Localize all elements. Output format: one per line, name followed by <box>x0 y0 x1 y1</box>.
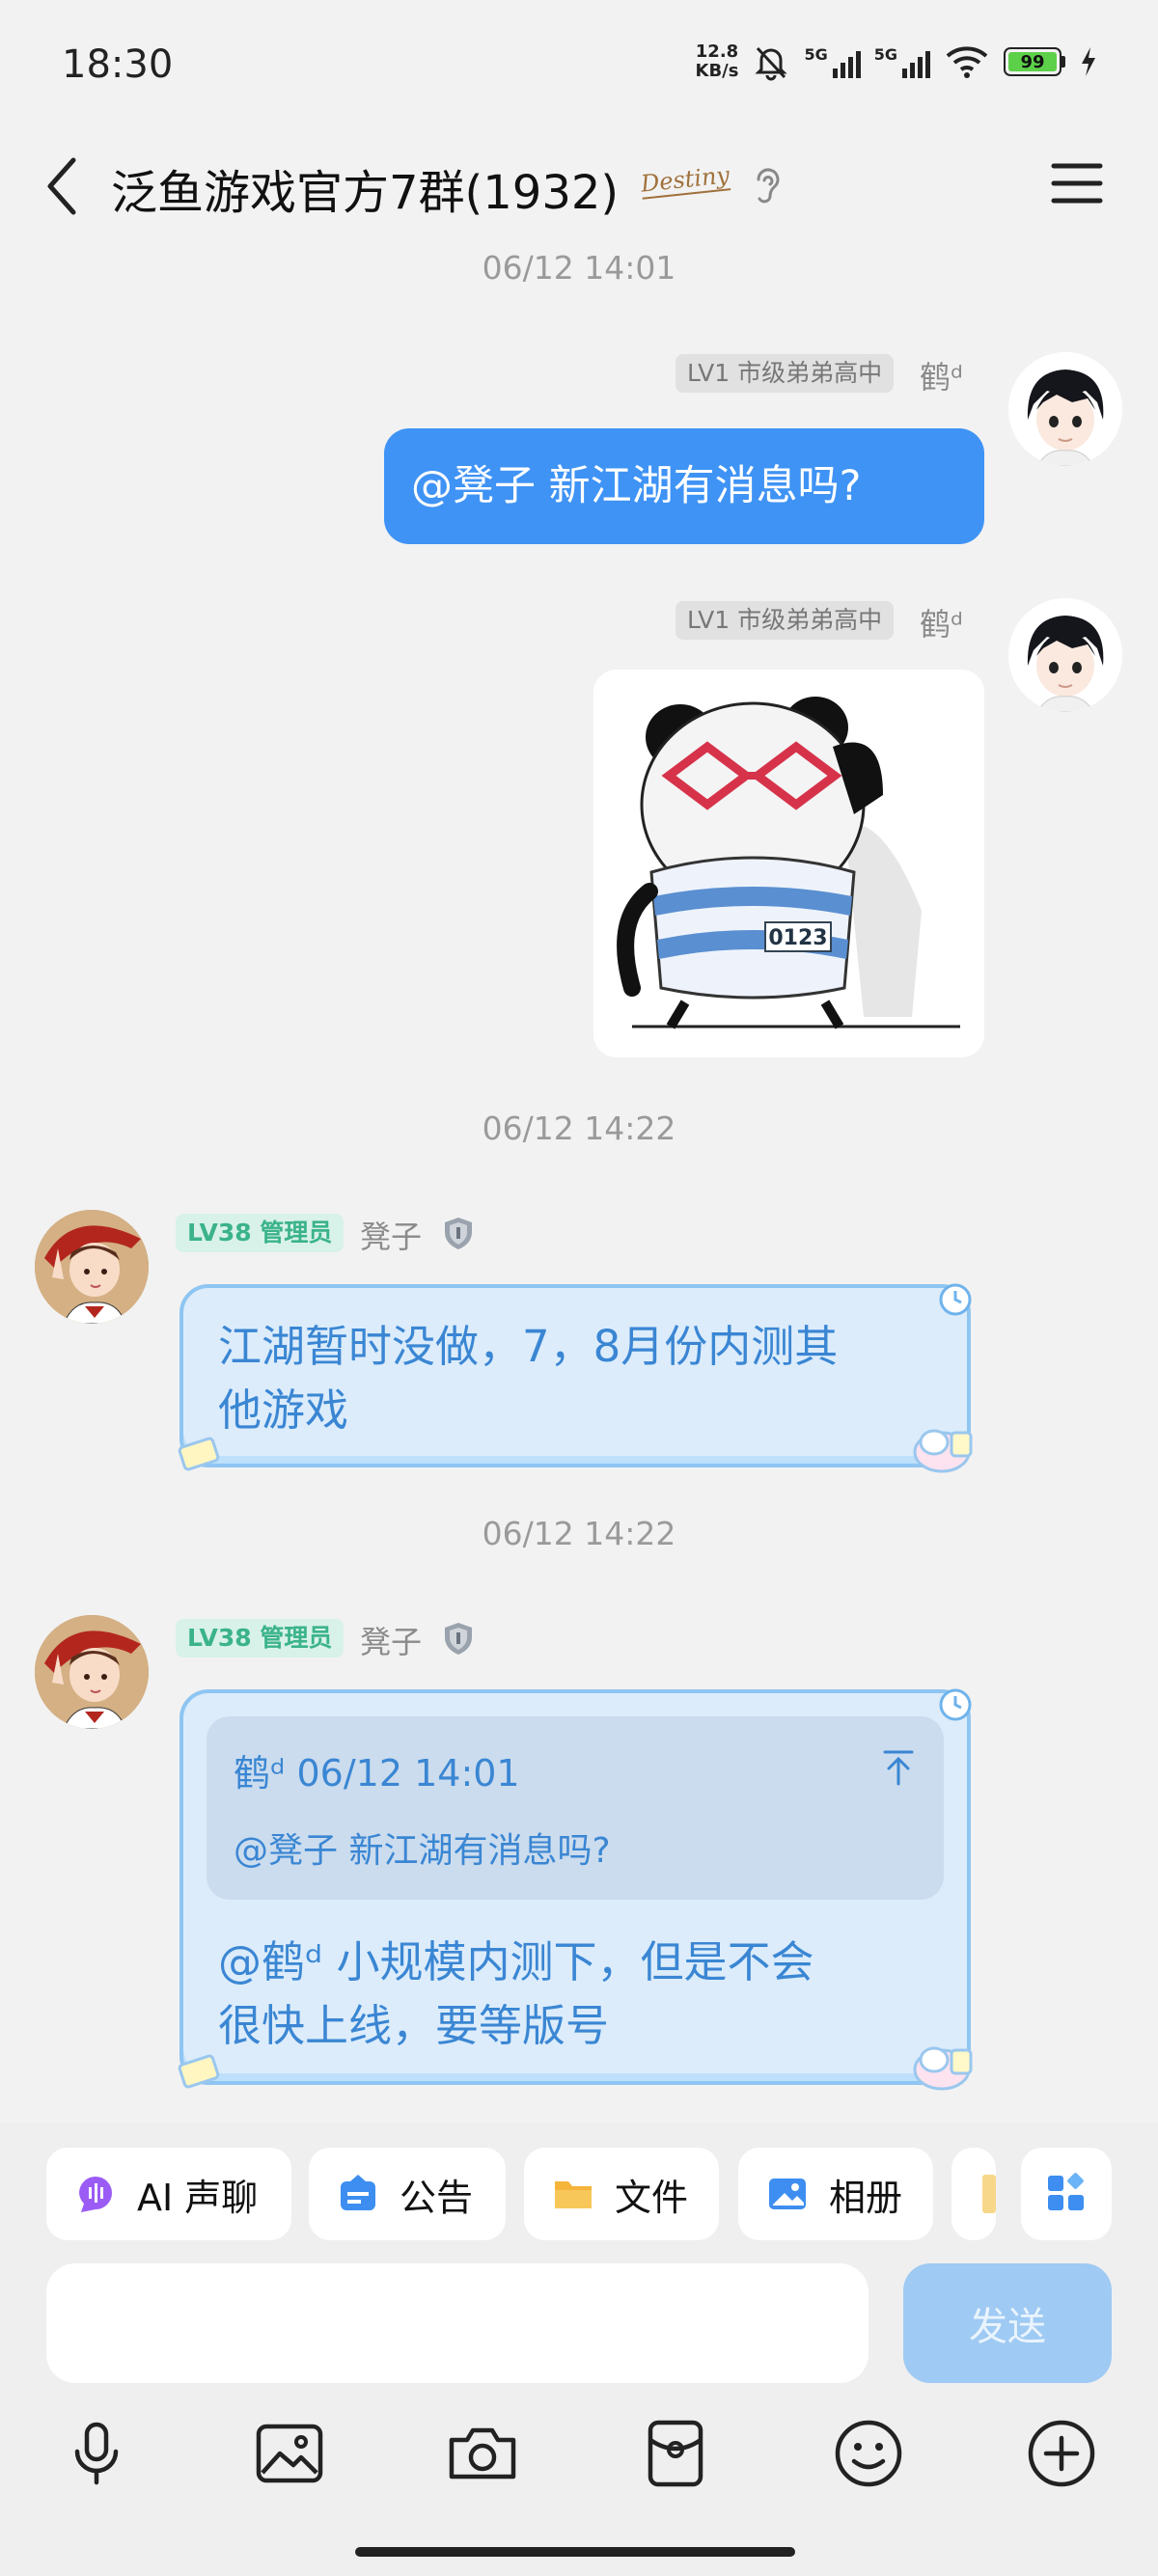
message-text-line: 江湖暂时没做，7，8月份内测其 <box>218 1321 839 1372</box>
message-text: 江湖暂时没做，7，8月份内测其 他游戏 <box>218 1315 951 1442</box>
quote-text: @凳子 新江湖有消息吗? <box>234 1831 611 1871</box>
message-input[interactable] <box>46 2263 868 2383</box>
quote-time: 06/12 14:01 <box>296 1752 520 1795</box>
clock-decoration-icon <box>939 1688 972 1721</box>
quote-author: 鹤ᵈ <box>234 1752 286 1795</box>
timestamp: 06/12 14:22 <box>482 1110 676 1147</box>
shortcut-files[interactable]: 文件 <box>524 2148 719 2240</box>
signal-5g-2-icon: 5G <box>874 45 930 78</box>
signal-1-label: 5G <box>804 45 828 64</box>
wifi-icon <box>946 46 988 78</box>
home-indicator[interactable] <box>355 2547 795 2557</box>
shortcut-label: AI 声聊 <box>137 2176 259 2219</box>
ear-mode-icon[interactable] <box>751 164 784 208</box>
plus-icon[interactable] <box>1023 2415 1100 2492</box>
avatar[interactable] <box>1008 352 1122 466</box>
image-icon[interactable] <box>251 2415 328 2492</box>
menu-button[interactable] <box>1050 160 1104 206</box>
sticker-image[interactable]: 0123 <box>593 670 984 1057</box>
sticker-text: 0123 <box>768 926 827 950</box>
shortcut-label: 公告 <box>400 2176 474 2219</box>
shortcut-album[interactable]: 相册 <box>738 2148 933 2240</box>
group-title[interactable]: 泛鱼游戏官方7群(1932) <box>111 154 619 222</box>
message-bubble[interactable]: 江湖暂时没做，7，8月份内测其 他游戏 <box>178 1283 973 1473</box>
sender-level-tag: LV1 市级弟弟高中 <box>676 354 895 393</box>
send-button[interactable]: 发送 <box>903 2263 1112 2383</box>
mute-bell-icon <box>755 46 788 81</box>
shortcut-more-partial[interactable] <box>951 2148 996 2240</box>
ai-voice-icon <box>79 2177 112 2212</box>
sender-name: 鹤ᵈ <box>920 606 963 643</box>
net-speed: 12.8 KB/s <box>696 42 739 81</box>
status-time: 18:30 <box>62 42 174 87</box>
admin-shield-icon <box>445 1218 472 1249</box>
avatar[interactable] <box>35 1210 149 1324</box>
apps-button[interactable] <box>1021 2148 1112 2240</box>
message-text-line: @鹤ᵈ 小规模内测下，但是不会 <box>218 1936 814 1987</box>
net-speed-value: 12.8 <box>695 41 739 62</box>
status-icons: 12.8 KB/s 5G 5G 99 <box>696 42 1099 81</box>
signal-2-label: 5G <box>873 45 897 64</box>
red-packet-icon[interactable] <box>637 2415 714 2492</box>
folder-icon <box>555 2181 592 2208</box>
battery-level: 99 <box>1008 52 1057 72</box>
clock-decoration-icon <box>939 1283 972 1316</box>
album-icon <box>769 2179 806 2209</box>
back-button[interactable] <box>39 152 87 220</box>
battery-icon: 99 <box>1004 47 1065 76</box>
signal-5g-1-icon: 5G <box>804 45 861 78</box>
shortcut-ai-voice[interactable]: AI 声聊 <box>46 2148 291 2240</box>
timestamp: 06/12 14:22 <box>482 1515 676 1552</box>
message-text-line: 他游戏 <box>218 1384 349 1436</box>
mic-icon[interactable] <box>58 2415 135 2492</box>
shortcut-label: 文件 <box>615 2176 689 2219</box>
quote-header: 鹤ᵈ 06/12 14:01 <box>234 1743 520 1796</box>
sender-name: 鹤ᵈ <box>920 359 963 396</box>
charging-icon <box>1082 47 1095 76</box>
shortcut-label: 相册 <box>829 2176 903 2219</box>
member-badge-logo: Destiny <box>639 161 731 200</box>
emoji-icon[interactable] <box>830 2415 907 2492</box>
sender-level-tag: LV38 管理员 <box>176 1619 345 1658</box>
net-speed-unit: KB/s <box>695 61 739 81</box>
message-bubble[interactable]: 鹤ᵈ 06/12 14:01 @凳子 新江湖有消息吗? @鹤ᵈ 小规模内测下，但… <box>178 1688 973 2091</box>
sender-name: 凳子 <box>360 1219 423 1255</box>
quoted-message[interactable]: 鹤ᵈ 06/12 14:01 @凳子 新江湖有消息吗? <box>207 1716 944 1900</box>
sender-level-tag: LV1 市级弟弟高中 <box>676 601 895 640</box>
cat-decoration-icon <box>913 1429 973 1473</box>
jump-to-original-icon[interactable] <box>882 1749 915 1786</box>
message-text: @鹤ᵈ 小规模内测下，但是不会 很快上线，要等版号 <box>218 1931 951 2058</box>
apps-grid-icon <box>1048 2173 1084 2210</box>
announcement-icon <box>341 2175 375 2210</box>
avatar[interactable] <box>1008 598 1122 712</box>
avatar[interactable] <box>35 1615 149 1729</box>
message-bubble[interactable]: @凳子 新江湖有消息吗? <box>384 428 984 544</box>
timestamp: 06/12 14:01 <box>482 249 676 287</box>
shortcut-announcement[interactable]: 公告 <box>309 2148 506 2240</box>
cat-decoration-icon <box>913 2046 973 2091</box>
sender-level-tag: LV38 管理员 <box>176 1214 345 1252</box>
camera-icon[interactable] <box>444 2415 521 2492</box>
message-text-line: 很快上线，要等版号 <box>218 2000 610 2051</box>
admin-shield-icon <box>445 1623 472 1655</box>
sender-name: 凳子 <box>360 1624 423 1660</box>
ticket-decoration-icon <box>178 1437 220 1471</box>
ticket-decoration-icon <box>178 2054 220 2089</box>
